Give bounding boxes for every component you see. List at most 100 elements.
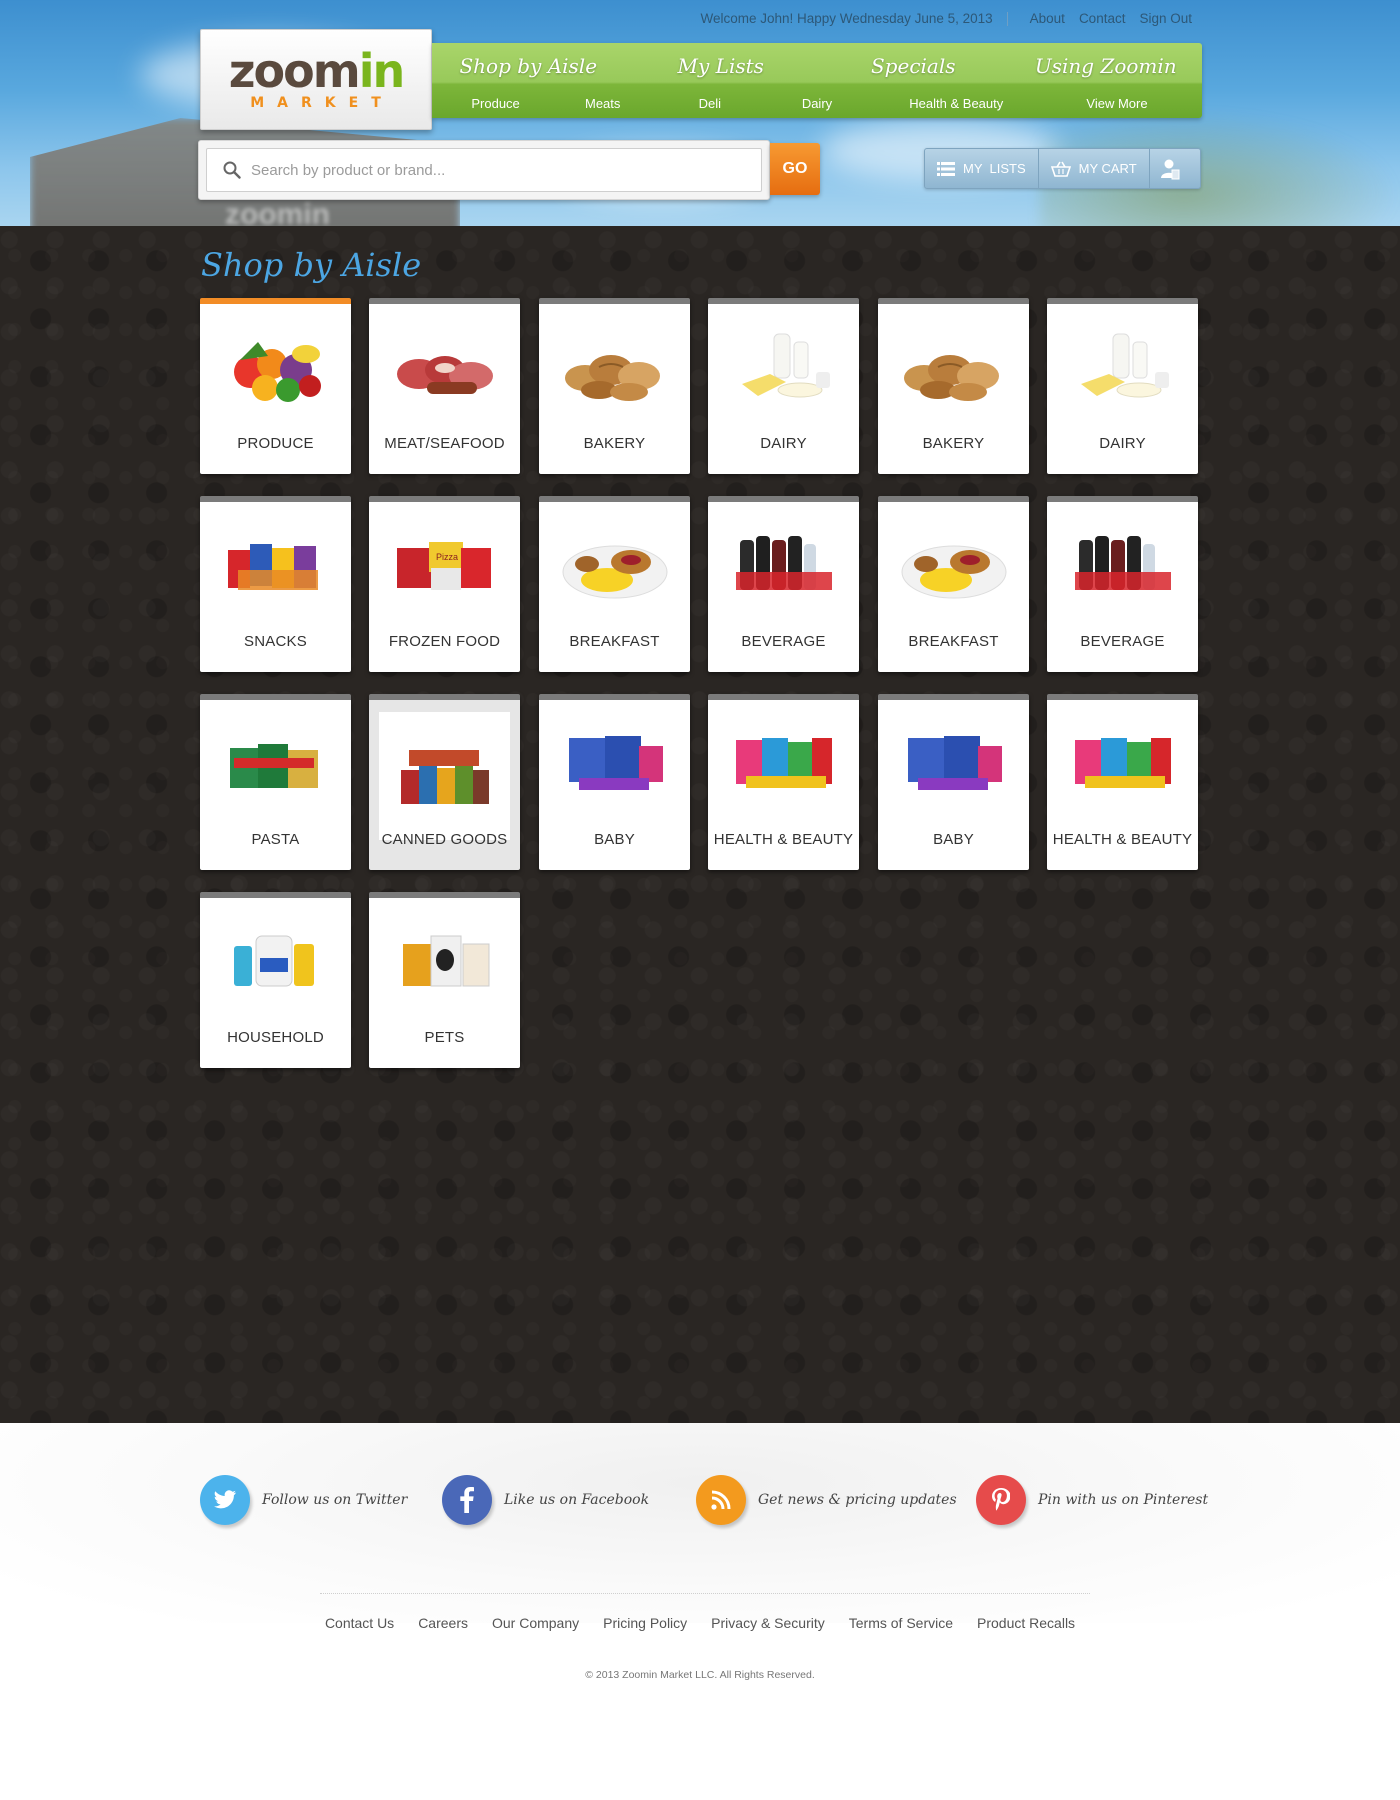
aisle-tile-dairy[interactable]: DAIRY [1047,298,1198,474]
footer-link-terms-of-service[interactable]: Terms of Service [849,1615,953,1631]
aisle-browser: Shop by Aisle PRODUCE MEAT/SEAFOOD BAKERY D… [0,226,1400,1423]
store-sign-photo: zoomin [225,198,330,226]
footer-link-our-company[interactable]: Our Company [492,1615,579,1631]
nav-my-lists[interactable]: My Lists [625,54,818,78]
zoomin-market-logo[interactable]: zoomin MARKET [200,29,432,130]
aisle-tile-frozen-food[interactable]: Pizza FROZEN FOOD [369,496,520,672]
aisle-tile-baby[interactable]: BABY [878,694,1029,870]
aisle-tile-meat-seafood[interactable]: MEAT/SEAFOOD [369,298,520,474]
social-facebook[interactable]: Like us on Facebook [442,1475,649,1525]
aisle-tile-produce[interactable]: PRODUCE [200,298,351,474]
aisle-tile-health-beauty[interactable]: HEALTH & BEAUTY [708,694,859,870]
contact-link[interactable]: Contact [1079,11,1126,26]
list-icon [937,161,955,176]
nav-specials[interactable]: Specials [817,54,1010,78]
facebook-text: Like us on Facebook [504,1492,650,1508]
page-title: Shop by Aisle [201,246,422,284]
aisle-tile-label: BABY [594,831,635,848]
subnav-view-more[interactable]: View More [1042,96,1192,111]
search-box: Search by product or brand... [198,140,770,200]
aisle-tile-breakfast[interactable]: BREAKFAST [878,496,1029,672]
aisle-tile-label: BAKERY [922,435,985,452]
subnav-dairy[interactable]: Dairy [763,96,870,111]
pinterest-icon [976,1475,1026,1525]
footer-link-product-recalls[interactable]: Product Recalls [977,1615,1075,1631]
aisle-tile-canned-goods[interactable]: CANNED GOODS [369,694,520,870]
subnav-meats[interactable]: Meats [549,96,656,111]
search-go-button[interactable]: GO [770,143,820,195]
pasta-product-image [210,708,341,812]
aisle-tile-snacks[interactable]: SNACKS [200,496,351,672]
aisle-tile-label: SNACKS [244,633,307,650]
beverage-product-image [718,510,849,614]
subnav-produce[interactable]: Produce [442,96,549,111]
aisle-tile-baby[interactable]: BABY [539,694,690,870]
social-pinterest[interactable]: Pin with us on Pinterest [976,1475,1208,1525]
subnav-deli[interactable]: Deli [656,96,763,111]
my-cart-label: MY CART [1078,161,1137,176]
dairy-product-image [1057,312,1188,416]
snacks-product-image [210,510,341,614]
health-product-image [1057,708,1188,812]
aisle-tile-label: HEALTH & BEAUTY [1052,831,1193,848]
aisle-tile-household[interactable]: HOUSEHOLD [200,892,351,1068]
rss-text: Get news & pricing updates [758,1492,957,1508]
account-button[interactable] [1150,149,1198,188]
aisle-tile-label: BEVERAGE [1080,633,1165,650]
aisle-tile-label: BREAKFAST [908,633,999,650]
about-link[interactable]: About [1030,11,1065,26]
aisle-tile-pets[interactable]: PETS [369,892,520,1068]
aisle-tile-label: MEAT/SEAFOOD [384,435,505,452]
aisle-tile-label: DAIRY [1099,435,1146,452]
sign-out-link[interactable]: Sign Out [1139,11,1192,26]
site-footer: Follow us on Twitter Like us on Facebook… [0,1423,1400,1800]
my-lists-button[interactable]: MY LISTS [925,149,1039,188]
aisle-tile-bakery[interactable]: BAKERY [878,298,1029,474]
aisle-tile-label: BEVERAGE [741,633,826,650]
aisle-tile-dairy[interactable]: DAIRY [708,298,859,474]
my-cart-button[interactable]: MY CART [1039,149,1150,188]
canned-product-image [379,712,510,840]
subnav-health-beauty[interactable]: Health & Beauty [871,96,1042,111]
account-toolbar: MY LISTS MY CART [924,148,1201,189]
site-header: zoomin Welcome John! Happy Wednesday Jun… [0,0,1400,226]
welcome-message: Welcome John! Happy Wednesday June 5, 20… [700,11,993,26]
rss-icon [696,1475,746,1525]
my-lists-label: MY LISTS [963,161,1026,176]
social-rss[interactable]: Get news & pricing updates [696,1475,957,1525]
footer-link-contact-us[interactable]: Contact Us [325,1615,394,1631]
footer-link-privacy-security[interactable]: Privacy & Security [711,1615,825,1631]
footer-links: Contact Us Careers Our Company Pricing P… [0,1615,1400,1631]
logo-subtitle: MARKET [250,94,394,111]
aisle-tile-beverage[interactable]: BEVERAGE [1047,496,1198,672]
facebook-icon [442,1475,492,1525]
search-icon [223,161,241,179]
user-icon [1160,159,1180,179]
search-placeholder: Search by product or brand... [251,161,446,179]
footer-link-careers[interactable]: Careers [418,1615,468,1631]
aisle-tile-label: PRODUCE [237,435,314,452]
aisle-tile-label: FROZEN FOOD [388,633,501,650]
aisle-tile-health-beauty[interactable]: HEALTH & BEAUTY [1047,694,1198,870]
breakfast-product-image [549,510,680,614]
dairy-product-image [718,312,849,416]
copyright-text: © 2013 Zoomin Market LLC. All Rights Res… [585,1669,815,1681]
nav-shop-by-aisle[interactable]: Shop by Aisle [432,54,625,78]
social-twitter[interactable]: Follow us on Twitter [200,1475,407,1525]
aisle-tile-label: DAIRY [760,435,807,452]
aisle-tile-bakery[interactable]: BAKERY [539,298,690,474]
pinterest-text: Pin with us on Pinterest [1038,1492,1209,1508]
bakery-product-image [549,312,680,416]
baby-product-image [549,708,680,812]
aisle-tile-beverage[interactable]: BEVERAGE [708,496,859,672]
pets-product-image [379,906,510,1010]
health-product-image [718,708,849,812]
logo-word-accent: in [358,43,405,98]
nav-using-zoomin[interactable]: Using Zoomin [1010,54,1203,78]
footer-link-pricing-policy[interactable]: Pricing Policy [603,1615,687,1631]
aisle-tile-pasta[interactable]: PASTA [200,694,351,870]
main-navigation: Shop by Aisle My Lists Specials Using Zo… [432,43,1202,118]
basket-icon [1050,161,1071,177]
search-input[interactable]: Search by product or brand... [206,148,762,192]
aisle-tile-breakfast[interactable]: BREAKFAST [539,496,690,672]
